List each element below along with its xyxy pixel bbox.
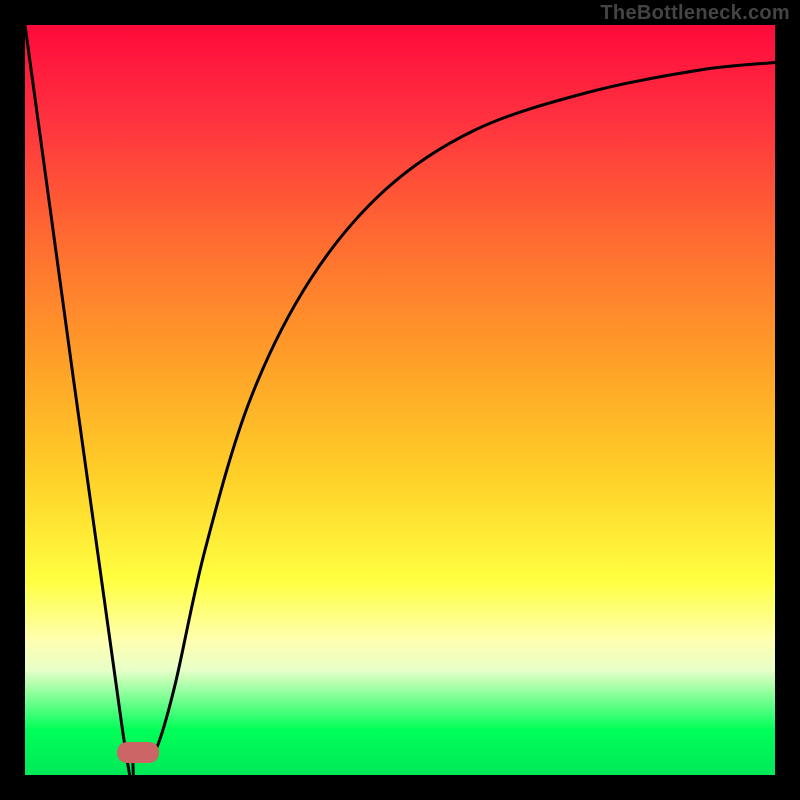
bottleneck-curve: [25, 25, 775, 789]
optimum-marker: [117, 742, 159, 764]
plot-area: [25, 25, 775, 775]
attribution-label: TheBottleneck.com: [600, 2, 790, 25]
chart-stage: TheBottleneck.com: [0, 0, 800, 800]
curve-svg: [25, 25, 775, 775]
